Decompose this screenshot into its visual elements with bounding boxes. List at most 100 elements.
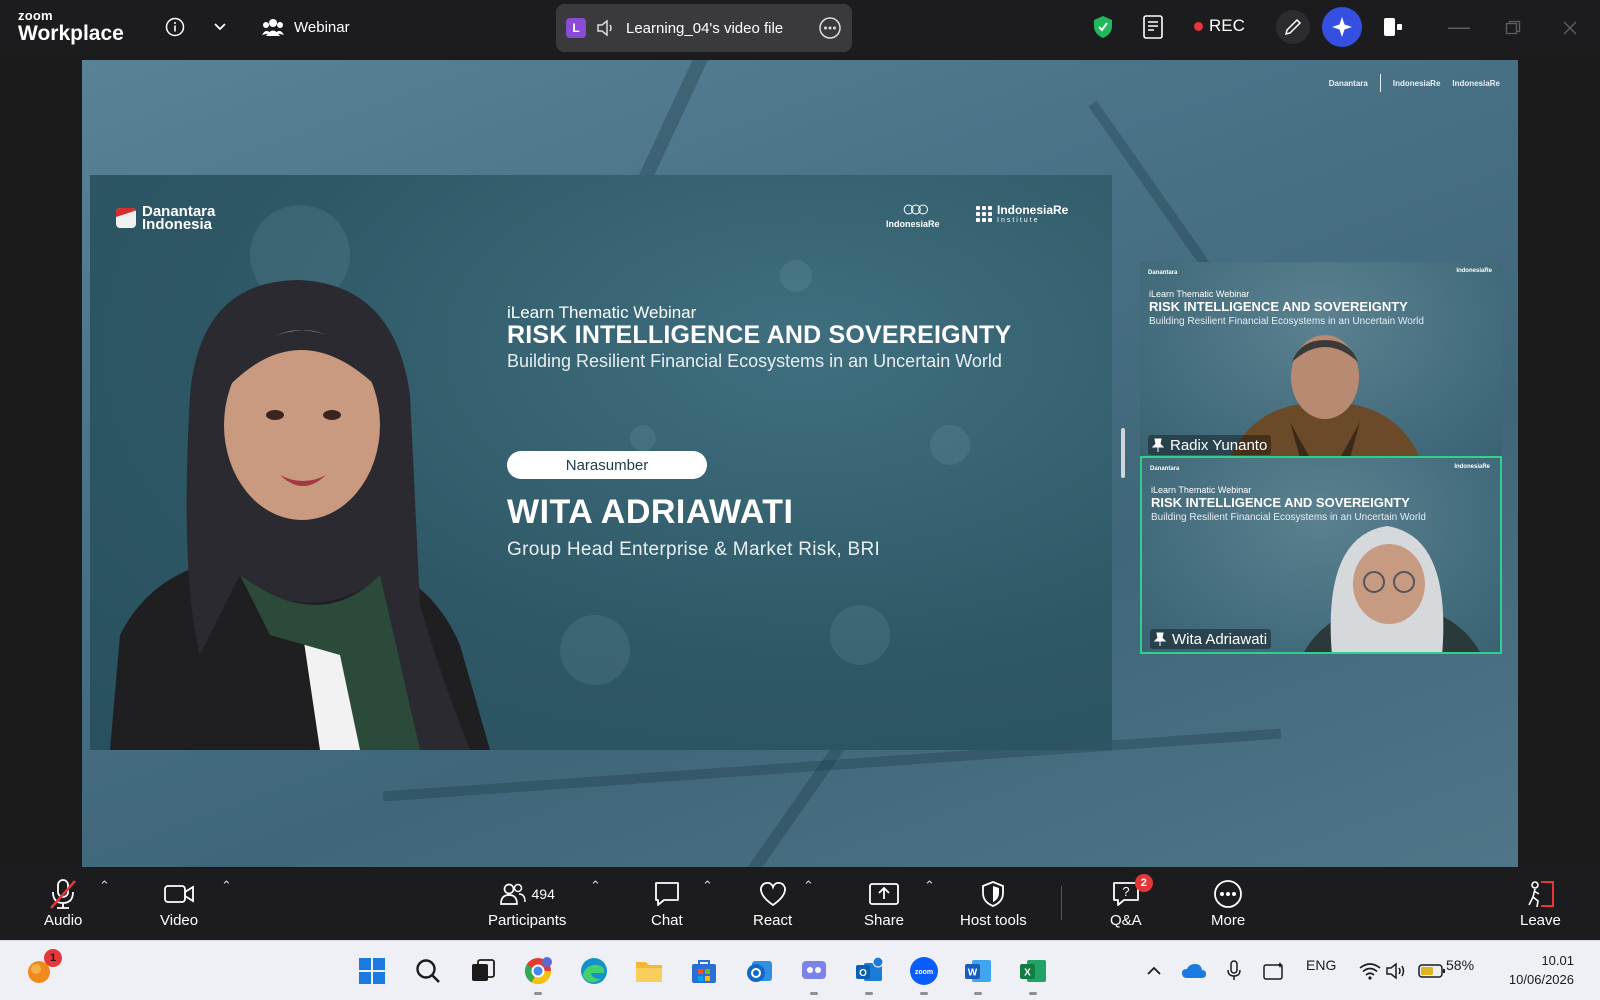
tile-kicker: iLearn Thematic Webinar — [1151, 485, 1252, 495]
running-indicator — [974, 992, 982, 995]
running-indicator — [534, 992, 542, 995]
recording-indicator[interactable]: REC — [1194, 16, 1245, 36]
speaker-volume-icon — [597, 19, 612, 37]
dots-grid-icon — [976, 205, 992, 222]
tile-panel-resize-handle[interactable] — [1121, 428, 1125, 478]
rec-label: REC — [1209, 16, 1245, 35]
outlook-new-icon[interactable] — [743, 955, 775, 987]
tile-kicker: iLearn Thematic Webinar — [1149, 289, 1250, 299]
minimize-window-icon[interactable]: — — [1448, 14, 1470, 40]
edge-icon[interactable] — [578, 955, 610, 987]
tile-title: RISK INTELLIGENCE AND SOVEREIGNTY — [1149, 299, 1408, 314]
chevron-down-icon[interactable] — [208, 14, 232, 40]
chat-button[interactable]: Chat — [651, 876, 683, 929]
leave-button[interactable]: Leave — [1520, 876, 1561, 929]
search-icon[interactable] — [412, 955, 444, 987]
bokeh-light — [930, 425, 970, 465]
video-options-caret-icon[interactable]: ⌃ — [221, 878, 232, 894]
info-icon[interactable] — [162, 14, 188, 40]
indonesia-re-institute-logo: IndonesiaRe Institute — [976, 203, 1068, 224]
share-options-caret-icon[interactable]: ⌃ — [924, 878, 935, 894]
participant-video-tile-active[interactable]: Danantara IndonesiaRe iLearn Thematic We… — [1140, 456, 1502, 654]
more-label: More — [1211, 912, 1246, 929]
apps-panel-icon[interactable] — [1378, 12, 1408, 42]
tile-brand-right: IndonesiaRe — [1454, 464, 1490, 470]
toolbar-divider — [1061, 886, 1062, 920]
react-options-caret-icon[interactable]: ⌃ — [803, 878, 814, 894]
word-icon[interactable]: W — [962, 955, 994, 995]
qa-button[interactable]: ? 2 Q&A — [1110, 874, 1153, 929]
title-bar: zoom Workplace Webinar L Learning_04's v… — [0, 0, 1600, 56]
heart-icon — [759, 881, 786, 907]
host-tools-button[interactable]: Host tools — [960, 876, 1027, 929]
role-pill: Narasumber — [507, 451, 707, 479]
maximize-window-icon[interactable] — [1505, 16, 1521, 42]
danantara-line2: Indonesia — [142, 216, 213, 233]
screen-capture-icon[interactable] — [1258, 955, 1290, 987]
tile-title: RISK INTELLIGENCE AND SOVEREIGNTY — [1151, 495, 1410, 510]
danantara-flag-icon — [116, 208, 136, 228]
rec-dot-icon — [1194, 21, 1203, 31]
audio-button[interactable]: Audio — [44, 876, 82, 929]
show-hidden-icons-chevron-icon[interactable] — [1138, 955, 1170, 987]
windows-taskbar: 1 O zoom W X ENG 58% 10.01 10/06/2026 — [0, 940, 1600, 1000]
bokeh-light — [560, 615, 630, 685]
participant-video-tile[interactable]: Danantara IndonesiaRe iLearn Thematic We… — [1140, 262, 1502, 458]
excel-icon[interactable]: X — [1017, 955, 1049, 995]
running-indicator — [920, 992, 928, 995]
file-explorer-icon[interactable] — [633, 955, 665, 987]
tile-subtitle: Building Resilient Financial Ecosystems … — [1149, 316, 1424, 327]
clock-time: 10.01 — [1541, 953, 1574, 968]
video-button[interactable]: Video — [160, 876, 198, 929]
react-button[interactable]: React — [753, 876, 792, 929]
share-button[interactable]: Share — [864, 876, 904, 929]
tile-brand: Danantara — [1148, 270, 1178, 276]
security-shield-icon[interactable] — [1090, 14, 1116, 40]
task-view-icon[interactable] — [467, 955, 499, 987]
webinar-kicker: iLearn Thematic Webinar — [507, 303, 697, 322]
system-clock[interactable]: 10.01 10/06/2026 — [1509, 951, 1574, 989]
zoom-workplace-logo: zoom Workplace — [18, 9, 124, 44]
microphone-in-use-icon[interactable] — [1218, 955, 1250, 987]
microsoft-store-icon[interactable] — [688, 955, 720, 987]
battery-icon[interactable] — [1416, 955, 1448, 987]
svg-text:X: X — [1024, 968, 1031, 979]
video-label: Video — [160, 912, 199, 929]
participants-options-caret-icon[interactable]: ⌃ — [590, 878, 601, 894]
input-language-indicator[interactable]: ENG — [1306, 957, 1336, 973]
close-window-icon[interactable] — [1562, 16, 1578, 42]
institute-sub-text: Institute — [997, 217, 1040, 224]
bokeh-light — [780, 260, 812, 292]
webinar-title: RISK INTELLIGENCE AND SOVEREIGNTY — [507, 321, 1012, 349]
volume-icon[interactable] — [1380, 955, 1412, 987]
ai-companion-icon[interactable] — [1322, 7, 1362, 47]
divider — [1379, 74, 1381, 92]
notification-app-icon[interactable]: 1 — [24, 949, 62, 987]
qa-badge: 2 — [1134, 874, 1153, 892]
more-button[interactable]: More — [1211, 876, 1245, 929]
running-indicator — [865, 992, 873, 995]
outlook-icon[interactable]: O — [853, 955, 885, 995]
more-options-icon[interactable] — [818, 16, 842, 40]
windows-start-icon[interactable] — [356, 955, 388, 987]
notes-icon[interactable] — [1139, 12, 1167, 42]
participant-count: 494 — [531, 886, 555, 902]
webinar-subtitle: Building Resilient Financial Ecosystems … — [507, 351, 1002, 371]
webinar-indicator[interactable]: Webinar — [262, 14, 350, 40]
notification-badge: 1 — [44, 949, 62, 967]
svg-text:W: W — [968, 968, 978, 979]
onedrive-cloud-icon[interactable] — [1178, 955, 1210, 987]
share-source-pill[interactable]: L Learning_04's video file — [556, 4, 852, 52]
speaker-slide: Danantara Indonesia ○○○ IndonesiaRe Indon… — [90, 175, 1112, 750]
chat-options-caret-icon[interactable]: ⌃ — [702, 878, 713, 894]
tile-brand: Danantara — [1150, 466, 1180, 472]
participants-button[interactable]: 494 Participants — [488, 876, 566, 929]
annotate-pen-icon[interactable] — [1276, 10, 1310, 44]
institute-text: IndonesiaRe — [997, 203, 1069, 217]
audio-options-caret-icon[interactable]: ⌃ — [99, 878, 110, 894]
chrome-icon[interactable] — [522, 955, 554, 995]
teams-chat-icon[interactable] — [798, 955, 830, 995]
zoom-app-icon[interactable]: zoom — [908, 955, 940, 995]
rings-icon: ○○○ — [901, 196, 930, 221]
audio-label: Audio — [44, 912, 83, 929]
